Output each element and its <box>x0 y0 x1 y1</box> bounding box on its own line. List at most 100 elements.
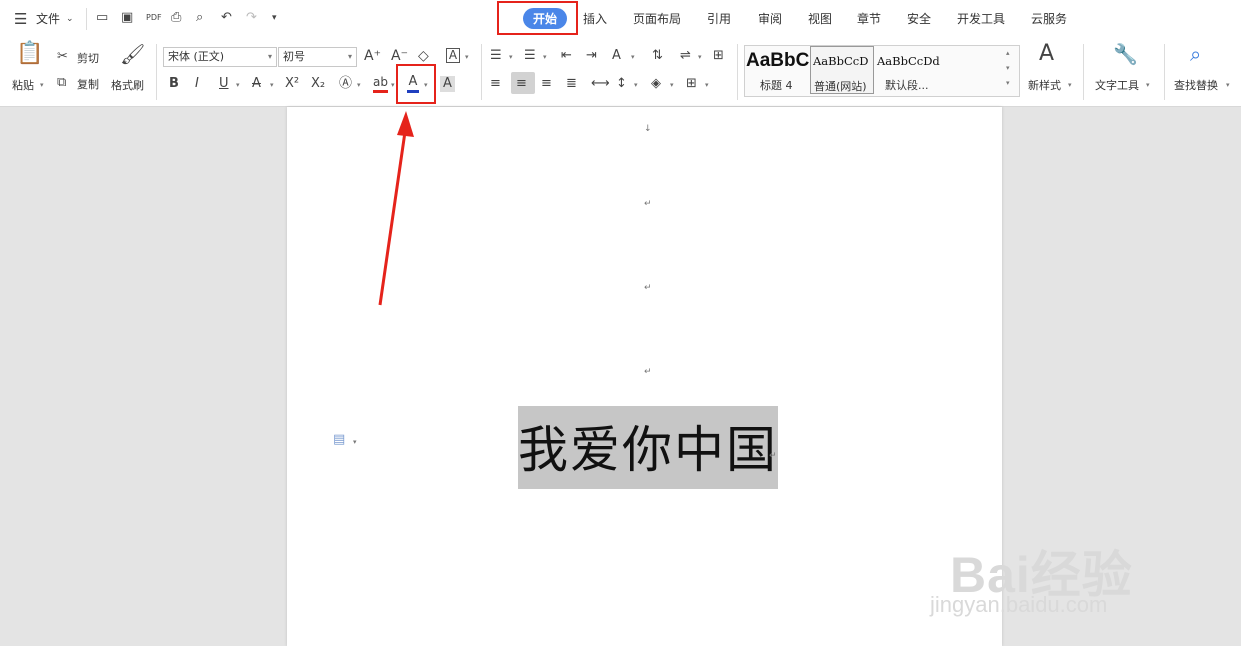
chevron-down-icon[interactable]: ▾ <box>270 81 274 89</box>
style-name-normal-web[interactable]: 普通(网站) <box>814 78 867 94</box>
style-preview-default[interactable]: AaBbCcDd <box>877 54 940 68</box>
ribbon-toolbar: 📋 粘贴 ▾ ✂ 剪切 ⧉ 复制 🖌 格式刷 宋体 (正文) ▾ 初号 ▾ A⁺… <box>0 38 1241 107</box>
subscript-icon[interactable]: X₂ <box>311 76 325 92</box>
chevron-down-icon[interactable]: ▾ <box>634 81 638 89</box>
undo-icon[interactable]: ↶ <box>221 10 232 26</box>
find-replace-label[interactable]: 查找替换 <box>1174 77 1218 93</box>
style-preview-heading4[interactable]: AaBbC <box>746 50 809 72</box>
format-painter-label[interactable]: 格式刷 <box>111 77 144 93</box>
paragraph-mark: ↓ <box>644 124 652 134</box>
character-shading-icon[interactable]: A <box>440 76 455 92</box>
numbered-list-icon[interactable]: ☰ <box>524 48 536 64</box>
chevron-down-icon[interactable]: ▾ <box>1226 81 1230 89</box>
increase-font-icon[interactable]: A⁺ <box>364 48 381 64</box>
style-preview-normal-web[interactable]: AaBbCcD <box>813 54 868 68</box>
print-preview-icon[interactable]: ⌕ <box>196 10 203 26</box>
style-name-heading4[interactable]: 标题 4 <box>760 77 793 93</box>
paragraph-spacing-icon[interactable]: ⇌ <box>680 48 691 64</box>
borders-icon[interactable]: ⊞ <box>686 76 697 92</box>
open-folder-icon[interactable]: ▭ <box>96 10 108 26</box>
customize-toolbar-icon[interactable]: ▾ <box>272 10 277 26</box>
menu-bar: ☰ 文件 ⌄ ▭ ▣ PDF ⎙ ⌕ ↶ ↷ ▾ 开始 插入 页面布局 引用 审… <box>0 0 1241 38</box>
highlight-box-font-color <box>396 64 436 104</box>
tab-page-layout[interactable]: 页面布局 <box>633 10 681 27</box>
character-border-icon[interactable]: A <box>446 48 460 63</box>
shading-fill-icon[interactable]: ◈ <box>651 76 661 92</box>
justify-icon[interactable]: ≣ <box>566 76 577 92</box>
scroll-down-icon[interactable]: ▾ <box>1006 64 1010 72</box>
bold-icon[interactable]: B <box>169 76 179 92</box>
chevron-down-icon[interactable]: ▾ <box>391 81 395 89</box>
highlight-color-icon[interactable]: ab <box>373 74 388 93</box>
align-right-icon[interactable]: ≡ <box>541 76 552 92</box>
tab-references[interactable]: 引用 <box>707 10 731 27</box>
chevron-down-icon[interactable]: ▾ <box>543 53 547 61</box>
text-tools-label[interactable]: 文字工具 <box>1095 77 1139 93</box>
chevron-down-icon[interactable]: ▾ <box>236 81 240 89</box>
chevron-down-icon[interactable]: ▾ <box>509 53 513 61</box>
divider <box>1164 44 1165 100</box>
wrench-icon[interactable]: 🔧 <box>1113 44 1138 64</box>
new-style-icon[interactable]: A <box>1039 43 1054 65</box>
text-effect-icon[interactable]: Ⓐ <box>339 76 352 92</box>
strikethrough-icon[interactable]: A <box>252 76 261 92</box>
tab-review[interactable]: 审阅 <box>758 10 782 27</box>
chevron-down-icon[interactable]: ▾ <box>698 53 702 61</box>
cut-label[interactable]: 剪切 <box>77 50 99 66</box>
decrease-indent-icon[interactable]: ⇤ <box>561 48 572 64</box>
expand-gallery-icon[interactable]: ▾ <box>1006 79 1010 87</box>
new-style-label[interactable]: 新样式 <box>1028 77 1061 93</box>
chevron-down-icon[interactable]: ▾ <box>353 438 357 446</box>
paragraph-handle-icon[interactable]: ▤ <box>333 432 345 448</box>
distributed-align-icon[interactable]: ⟷ <box>591 76 610 92</box>
superscript-icon[interactable]: X² <box>285 76 299 92</box>
chevron-down-icon[interactable]: ▾ <box>465 53 469 61</box>
sort-icon[interactable]: ⇅ <box>652 48 663 64</box>
chevron-down-icon[interactable]: ▾ <box>670 81 674 89</box>
export-pdf-icon[interactable]: PDF <box>146 10 162 26</box>
tab-security[interactable]: 安全 <box>907 10 931 27</box>
underline-icon[interactable]: U <box>219 76 229 92</box>
tab-insert[interactable]: 插入 <box>583 10 607 27</box>
change-case-icon[interactable]: A <box>612 48 621 64</box>
bullet-list-icon[interactable]: ☰ <box>490 48 502 64</box>
chevron-down-icon[interactable]: ▾ <box>357 81 361 89</box>
tab-cloud-services[interactable]: 云服务 <box>1031 10 1067 27</box>
table-grid-icon[interactable]: ⊞ <box>713 48 724 64</box>
selected-text[interactable]: 我爱你中国 <box>518 410 778 482</box>
paste-label[interactable]: 粘贴 <box>12 77 34 93</box>
chevron-down-icon[interactable]: ▾ <box>631 53 635 61</box>
tab-developer-tools[interactable]: 开发工具 <box>957 10 1005 27</box>
align-left-icon[interactable]: ≡ <box>490 76 501 92</box>
tab-view[interactable]: 视图 <box>808 10 832 27</box>
search-icon[interactable]: ⌕ <box>1190 44 1201 64</box>
print-icon[interactable]: ⎙ <box>171 10 181 26</box>
font-size-select[interactable]: 初号 ▾ <box>278 47 357 67</box>
file-menu[interactable]: 文件 <box>36 10 60 27</box>
chevron-down-icon[interactable]: ▾ <box>1068 81 1072 89</box>
copy-icon[interactable]: ⧉ <box>57 75 66 91</box>
chevron-down-icon[interactable]: ▾ <box>705 81 709 89</box>
copy-label[interactable]: 复制 <box>77 76 99 92</box>
scroll-up-icon[interactable]: ▴ <box>1006 49 1010 57</box>
line-spacing-icon[interactable]: ↕ <box>616 76 627 92</box>
hamburger-menu-icon[interactable]: ☰ <box>14 11 27 27</box>
paste-dropdown-icon[interactable]: ▾ <box>40 81 44 89</box>
increase-indent-icon[interactable]: ⇥ <box>586 48 597 64</box>
italic-icon[interactable]: I <box>195 76 199 92</box>
redo-icon[interactable]: ↷ <box>246 10 257 26</box>
align-center-icon[interactable]: ≡ <box>516 76 527 92</box>
chevron-down-icon[interactable]: ▾ <box>1146 81 1150 89</box>
format-painter-icon[interactable]: 🖌 <box>120 44 145 64</box>
tab-section[interactable]: 章节 <box>857 10 881 27</box>
style-name-default[interactable]: 默认段... <box>885 77 929 93</box>
watermark-url: jingyan.baidu.com <box>930 592 1108 617</box>
paste-icon[interactable]: 📋 <box>16 43 43 65</box>
save-icon[interactable]: ▣ <box>121 10 133 26</box>
font-family-select[interactable]: 宋体 (正文) ▾ <box>163 47 277 67</box>
annotation-arrow-icon <box>378 111 414 306</box>
decrease-font-icon[interactable]: A⁻ <box>391 48 408 64</box>
scissors-icon[interactable]: ✂ <box>57 49 68 65</box>
chevron-down-icon[interactable]: ⌄ <box>66 11 74 27</box>
clear-format-icon[interactable]: ◇ <box>418 48 429 64</box>
